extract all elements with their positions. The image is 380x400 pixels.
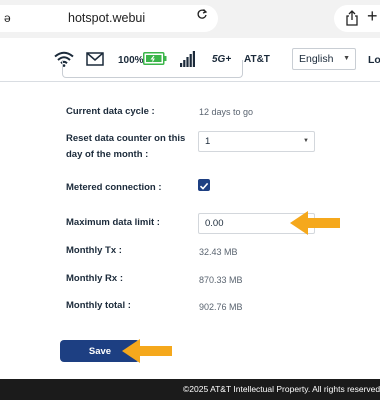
monthly-total-value: 902.76 MB [199,302,243,312]
language-select-value: English [299,53,334,65]
browser-toolbar: ə hotspot.webui + [0,0,380,38]
chevron-down-icon: ▼ [343,55,350,62]
reset-day-select-value: 1 [205,136,211,147]
share-icon[interactable] [345,10,359,26]
copyright-text: ©2025 AT&T Intellectual Property. All ri… [183,384,380,394]
monthly-total-label: Monthly total : [66,300,131,311]
monthly-rx-value: 870.33 MB [199,275,243,285]
monthly-tx-label: Monthly Tx : [66,245,122,256]
language-select[interactable]: English ▼ [292,48,356,70]
new-tab-icon[interactable]: + [367,6,378,26]
carrier-name: AT&T [244,54,270,65]
metered-connection-checkbox[interactable] [198,179,210,191]
login-link[interactable]: Lo [368,54,380,66]
max-data-limit-label: Maximum data limit : [66,217,160,228]
metered-connection-label: Metered connection : [66,182,162,193]
monthly-rx-label: Monthly Rx : [66,273,123,284]
data-cycle-value: 12 days to go [199,107,254,117]
reset-day-select[interactable]: 1 ▼ [198,131,315,152]
checkmark-icon [199,182,209,190]
previous-section-card [62,60,243,78]
data-cycle-label: Current data cycle : [66,106,155,117]
monthly-tx-value: 32.43 MB [199,247,238,257]
chevron-down-icon: ▼ [303,138,309,144]
reset-day-label-line1: Reset data counter on this [66,133,186,144]
address-bar[interactable]: ə hotspot.webui [0,5,218,32]
footer: ©2025 AT&T Intellectual Property. All ri… [0,379,380,400]
reload-icon[interactable] [196,8,208,20]
arrow-icon [122,339,172,363]
arrow-icon [290,211,340,235]
address-bar-leading-glyph: ə [4,11,11,25]
reset-day-label-line2: day of the month : [66,149,149,160]
address-bar-url[interactable]: hotspot.webui [68,11,145,25]
